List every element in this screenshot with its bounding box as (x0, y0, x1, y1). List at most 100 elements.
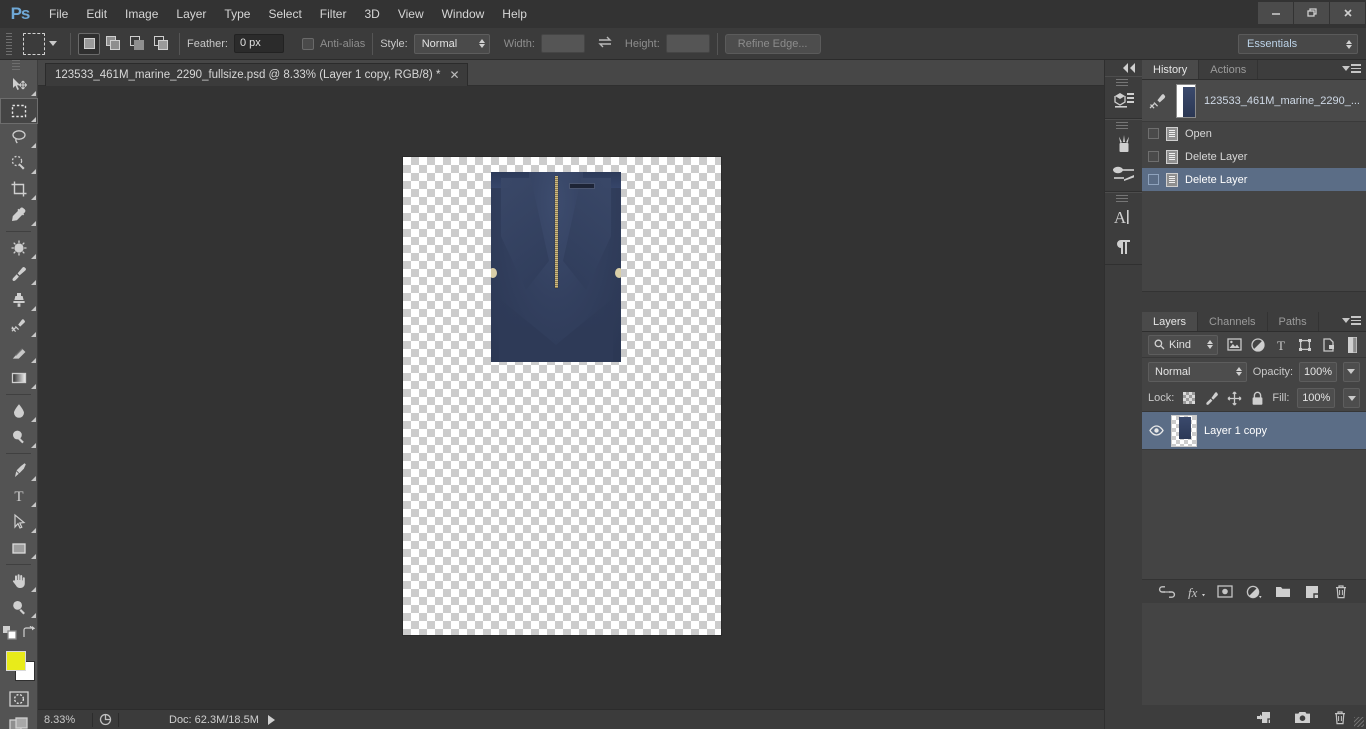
menu-select[interactable]: Select (259, 0, 310, 28)
tab-layers[interactable]: Layers (1142, 312, 1199, 331)
rectangular-marquee-tool[interactable] (0, 98, 38, 124)
canvas-area[interactable] (38, 86, 1104, 709)
dock-group-grip[interactable] (1105, 193, 1142, 202)
spot-healing-brush-tool[interactable] (0, 235, 38, 261)
feather-input[interactable]: 0 px (233, 34, 284, 53)
link-layers-button[interactable] (1157, 582, 1177, 602)
close-button[interactable] (1330, 2, 1366, 24)
tab-actions[interactable]: Actions (1199, 60, 1259, 79)
history-state-open[interactable]: Open (1142, 122, 1366, 145)
screen-mode-button[interactable] (0, 712, 38, 729)
opacity-input[interactable]: 100% (1299, 361, 1337, 382)
resize-corner-grip[interactable] (1354, 717, 1364, 727)
lock-position-icon[interactable] (1227, 391, 1242, 406)
gradient-tool[interactable] (0, 365, 38, 391)
menu-filter[interactable]: Filter (311, 0, 356, 28)
paragraph-panel-button[interactable] (1105, 232, 1143, 262)
refine-edge-button[interactable]: Refine Edge... (724, 33, 821, 54)
lock-image-pixels-icon[interactable] (1204, 391, 1219, 406)
history-snapshot-checkbox[interactable] (1148, 151, 1159, 162)
mini-bridge-button[interactable] (1105, 86, 1143, 116)
rectangle-tool[interactable] (0, 535, 38, 561)
clone-stamp-tool[interactable] (0, 287, 38, 313)
layer-filter-kind-select[interactable]: Kind (1148, 334, 1219, 355)
new-adjustment-layer-button[interactable] (1244, 582, 1264, 602)
dock-group-grip[interactable] (1105, 77, 1142, 86)
blend-mode-select[interactable]: Normal (1148, 361, 1247, 382)
add-to-selection-button[interactable] (102, 33, 124, 55)
anti-alias-checkbox[interactable] (301, 37, 314, 50)
tab-paths[interactable]: Paths (1267, 312, 1319, 331)
fill-slider-button[interactable] (1343, 388, 1360, 408)
filter-adjustment-icon[interactable] (1250, 337, 1266, 353)
menu-3d[interactable]: 3D (355, 0, 388, 28)
blur-tool[interactable] (0, 398, 38, 424)
filter-pixel-icon[interactable] (1226, 337, 1242, 353)
menu-layer[interactable]: Layer (167, 0, 215, 28)
menu-file[interactable]: File (40, 0, 77, 28)
history-state-delete-layer-2[interactable]: Delete Layer (1142, 168, 1366, 191)
path-selection-tool[interactable] (0, 509, 38, 535)
foreground-color-swatch[interactable] (6, 651, 26, 671)
menu-help[interactable]: Help (493, 0, 536, 28)
new-document-button[interactable] (1254, 707, 1274, 727)
quick-mask-button[interactable] (0, 686, 38, 712)
menu-view[interactable]: View (389, 0, 433, 28)
pen-tool[interactable] (0, 457, 38, 483)
filter-type-icon[interactable]: T (1274, 337, 1290, 353)
layer-style-button[interactable]: fx (1186, 582, 1206, 602)
add-layer-mask-button[interactable] (1215, 582, 1235, 602)
filter-smart-object-icon[interactable] (1321, 337, 1337, 353)
expand-arrow-icon[interactable] (267, 714, 275, 725)
height-input[interactable] (665, 34, 710, 53)
lock-all-icon[interactable] (1250, 391, 1264, 406)
crop-tool[interactable] (0, 176, 38, 202)
history-brush-tool[interactable] (0, 313, 38, 339)
character-panel-button[interactable]: A (1105, 202, 1143, 232)
options-bar-grip[interactable] (4, 30, 14, 57)
panel-menu-icon[interactable] (1342, 64, 1361, 73)
layer-row[interactable]: Layer 1 copy (1142, 412, 1366, 450)
lock-transparent-pixels-icon[interactable] (1182, 391, 1196, 406)
menu-type[interactable]: Type (215, 0, 259, 28)
document-tab[interactable]: 123533_461M_marine_2290_fullsize.psd @ 8… (45, 63, 468, 86)
eyedropper-tool[interactable] (0, 202, 38, 228)
zoom-tool[interactable] (0, 594, 38, 620)
new-group-button[interactable] (1273, 582, 1293, 602)
history-snapshot-checkbox[interactable] (1148, 128, 1159, 139)
move-tool[interactable] (0, 72, 38, 98)
menu-image[interactable]: Image (116, 0, 167, 28)
artboard[interactable] (403, 157, 721, 635)
filter-toggle-icon[interactable] (1344, 336, 1360, 353)
close-icon[interactable]: ✕ (449, 68, 459, 82)
history-snapshot-row[interactable]: 123533_461M_marine_2290_... (1142, 80, 1366, 122)
type-tool[interactable]: T (0, 483, 38, 509)
tools-panel-grip[interactable] (0, 60, 37, 72)
quick-selection-tool[interactable] (0, 150, 38, 176)
restore-button[interactable] (1294, 2, 1330, 24)
clone-source-button[interactable] (1105, 159, 1143, 189)
filter-shape-icon[interactable] (1297, 337, 1313, 353)
tab-channels[interactable]: Channels (1198, 312, 1268, 331)
eraser-tool[interactable] (0, 339, 38, 365)
dodge-tool[interactable] (0, 424, 38, 450)
swap-dimensions-icon[interactable] (593, 35, 617, 52)
hand-tool[interactable] (0, 568, 38, 594)
history-snapshot-checkbox[interactable] (1148, 174, 1159, 185)
new-layer-button[interactable] (1302, 582, 1322, 602)
delete-button[interactable] (1330, 707, 1350, 727)
lasso-tool[interactable] (0, 124, 38, 150)
opacity-slider-button[interactable] (1342, 361, 1360, 382)
preview-icon[interactable] (99, 713, 112, 726)
style-select[interactable]: Normal (413, 33, 490, 54)
width-input[interactable] (540, 34, 585, 53)
history-state-delete-layer-1[interactable]: Delete Layer (1142, 145, 1366, 168)
zoom-level[interactable]: 8.33% (38, 714, 86, 726)
menu-window[interactable]: Window (433, 0, 494, 28)
dock-group-grip[interactable] (1105, 120, 1142, 129)
tab-history[interactable]: History (1142, 60, 1200, 79)
brush-panel-button[interactable] (1105, 129, 1143, 159)
tool-preset-picker[interactable] (17, 32, 63, 55)
subtract-from-selection-button[interactable] (126, 33, 148, 55)
workspace-switcher[interactable]: Essentials (1238, 34, 1358, 54)
